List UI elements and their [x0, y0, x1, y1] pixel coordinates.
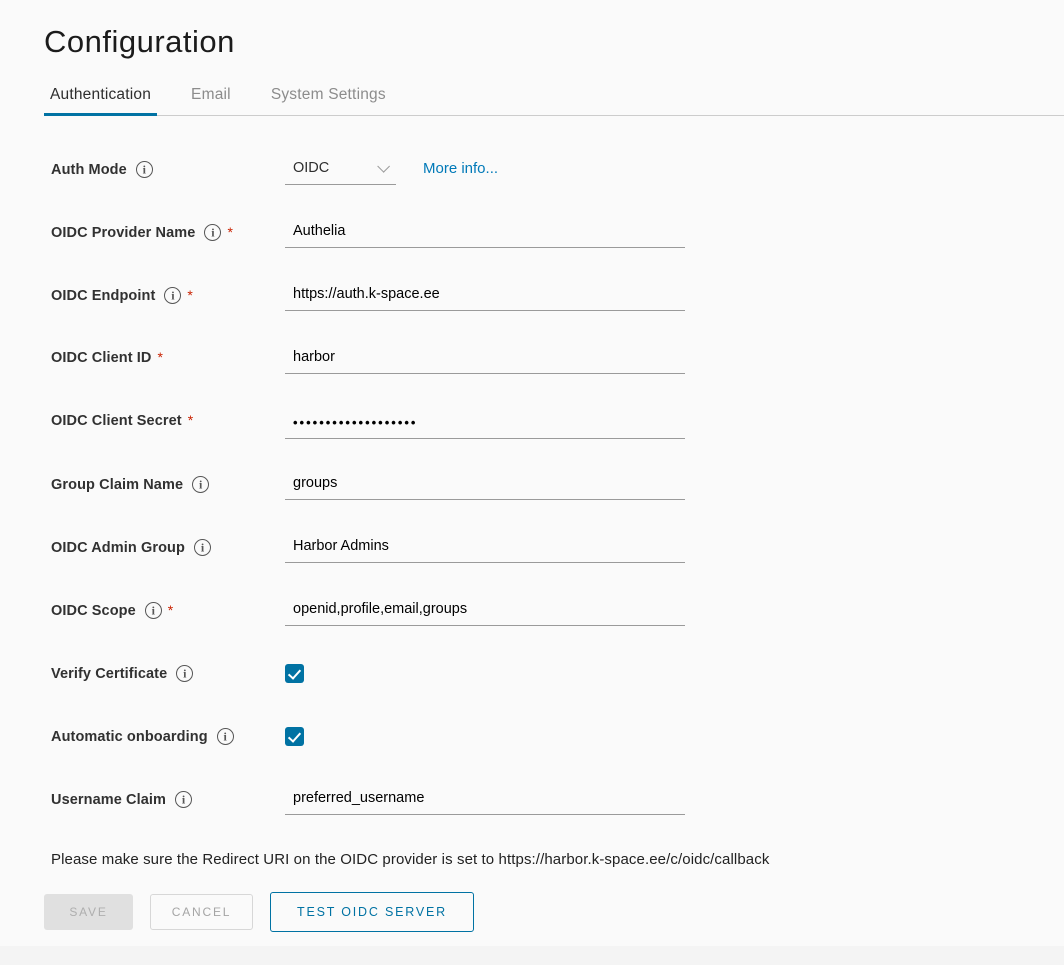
action-buttons: SAVE CANCEL TEST OIDC SERVER — [44, 892, 1064, 932]
redirect-uri-hint: Please make sure the Redirect URI on the… — [44, 851, 1064, 868]
required-asterisk: * — [188, 412, 193, 428]
info-icon[interactable]: i — [217, 728, 234, 745]
username-claim-label: Username Claim — [51, 792, 166, 808]
tab-system-settings[interactable]: System Settings — [265, 86, 392, 115]
form-row-automatic-onboarding: Automatic onboarding i — [51, 725, 1064, 761]
save-button[interactable]: SAVE — [44, 894, 133, 930]
verify-certificate-checkbox[interactable] — [285, 664, 304, 683]
required-asterisk: * — [227, 224, 232, 240]
oidc-client-id-label: OIDC Client ID — [51, 350, 152, 366]
oidc-client-id-input[interactable] — [285, 347, 685, 374]
form-row-oidc-endpoint: OIDC Endpoint i * — [51, 284, 1064, 320]
automatic-onboarding-label: Automatic onboarding — [51, 729, 208, 745]
tab-email[interactable]: Email — [185, 86, 237, 115]
oidc-provider-name-input[interactable] — [285, 221, 685, 248]
form-row-auth-mode: Auth Mode i OIDC More info... — [51, 158, 1064, 194]
info-icon[interactable]: i — [145, 602, 162, 619]
auth-mode-label: Auth Mode — [51, 162, 127, 178]
required-asterisk: * — [187, 287, 192, 303]
required-asterisk: * — [168, 602, 173, 618]
oidc-client-secret-label: OIDC Client Secret — [51, 413, 182, 429]
page-title: Configuration — [44, 24, 1064, 60]
form-row-group-claim-name: Group Claim Name i — [51, 473, 1064, 509]
info-icon[interactable]: i — [204, 224, 221, 241]
form-row-oidc-client-id: OIDC Client ID * — [51, 347, 1064, 383]
form-row-verify-certificate: Verify Certificate i — [51, 662, 1064, 698]
group-claim-name-label: Group Claim Name — [51, 477, 183, 493]
oidc-admin-group-input[interactable] — [285, 536, 685, 563]
tab-authentication[interactable]: Authentication — [44, 86, 157, 115]
info-icon[interactable]: i — [192, 476, 209, 493]
cancel-button[interactable]: CANCEL — [150, 894, 253, 930]
info-icon[interactable]: i — [176, 665, 193, 682]
chevron-down-icon — [377, 160, 390, 173]
info-icon[interactable]: i — [194, 539, 211, 556]
tab-bar: Authentication Email System Settings — [44, 86, 1064, 116]
oidc-client-secret-input[interactable] — [285, 410, 685, 439]
oidc-endpoint-input[interactable] — [285, 284, 685, 311]
footer-strip — [0, 946, 1064, 965]
info-icon[interactable]: i — [175, 791, 192, 808]
username-claim-input[interactable] — [285, 788, 685, 815]
oidc-provider-name-label: OIDC Provider Name — [51, 225, 195, 241]
form-row-oidc-provider-name: OIDC Provider Name i * — [51, 221, 1064, 257]
group-claim-name-input[interactable] — [285, 473, 685, 500]
auth-config-form: Auth Mode i OIDC More info... OIDC Provi… — [44, 158, 1064, 824]
configuration-page: Configuration Authentication Email Syste… — [0, 0, 1064, 965]
required-asterisk: * — [158, 349, 163, 365]
more-info-link[interactable]: More info... — [423, 158, 498, 177]
automatic-onboarding-checkbox[interactable] — [285, 727, 304, 746]
oidc-scope-label: OIDC Scope — [51, 603, 136, 619]
form-row-oidc-scope: OIDC Scope i * — [51, 599, 1064, 635]
oidc-endpoint-label: OIDC Endpoint — [51, 288, 155, 304]
verify-certificate-label: Verify Certificate — [51, 666, 167, 682]
form-row-oidc-client-secret: OIDC Client Secret * — [51, 410, 1064, 446]
auth-mode-selected-value: OIDC — [293, 160, 329, 176]
form-row-oidc-admin-group: OIDC Admin Group i — [51, 536, 1064, 572]
oidc-scope-input[interactable] — [285, 599, 685, 626]
test-oidc-server-button[interactable]: TEST OIDC SERVER — [270, 892, 474, 932]
oidc-admin-group-label: OIDC Admin Group — [51, 540, 185, 556]
auth-mode-select[interactable]: OIDC — [285, 158, 396, 185]
info-icon[interactable]: i — [136, 161, 153, 178]
form-row-username-claim: Username Claim i — [51, 788, 1064, 824]
info-icon[interactable]: i — [164, 287, 181, 304]
